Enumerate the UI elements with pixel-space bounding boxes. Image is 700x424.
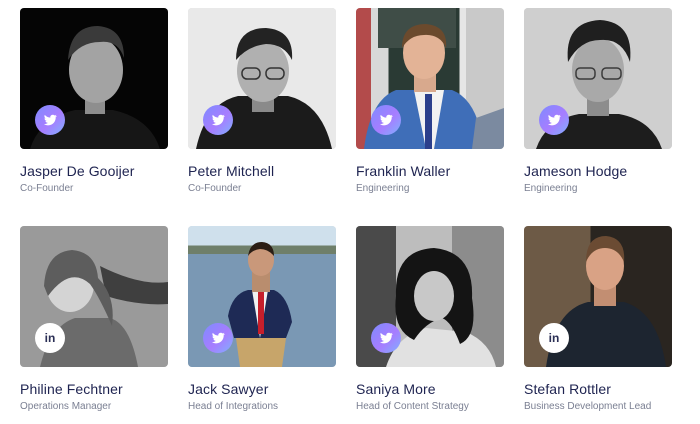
twitter-icon (379, 114, 394, 126)
member-photo (356, 8, 504, 149)
member-role: Engineering (524, 183, 578, 194)
team-member-card: Saniya More Head of Content Strategy (356, 226, 504, 412)
team-member-card: Franklin Waller Engineering (356, 8, 504, 194)
member-role: Business Development Lead (524, 401, 652, 412)
member-role: Engineering (356, 183, 410, 194)
member-role: Head of Content Strategy (356, 401, 469, 412)
member-name: Jasper De Gooijer (20, 163, 135, 179)
linkedin-badge[interactable]: in (539, 323, 569, 353)
twitter-badge[interactable] (539, 105, 569, 135)
team-member-card: in Stefan Rottler Business Development L… (524, 226, 672, 412)
member-role: Co-Founder (20, 183, 74, 194)
member-name: Stefan Rottler (524, 381, 611, 397)
member-photo (188, 226, 336, 367)
team-member-card: in Philine Fechtner Operations Manager (20, 226, 168, 412)
member-photo: in (20, 226, 168, 367)
team-member-card: Jasper De Gooijer Co-Founder (20, 8, 168, 194)
member-photo (356, 226, 504, 367)
twitter-icon (547, 114, 562, 126)
team-member-card: Jack Sawyer Head of Integrations (188, 226, 336, 412)
member-role: Head of Integrations (188, 401, 279, 412)
twitter-badge[interactable] (35, 105, 65, 135)
team-member-card: Jameson Hodge Engineering (524, 8, 672, 194)
twitter-badge[interactable] (203, 323, 233, 353)
linkedin-icon: in (44, 331, 56, 345)
member-name: Franklin Waller (356, 163, 451, 179)
twitter-badge[interactable] (371, 105, 401, 135)
linkedin-icon: in (548, 331, 560, 345)
linkedin-badge[interactable]: in (35, 323, 65, 353)
twitter-icon (211, 114, 226, 126)
member-photo (524, 8, 672, 149)
member-name: Peter Mitchell (188, 163, 275, 179)
member-photo (20, 8, 168, 149)
member-role: Operations Manager (20, 401, 112, 412)
twitter-badge[interactable] (371, 323, 401, 353)
team-member-card: Peter Mitchell Co-Founder (188, 8, 336, 194)
twitter-badge[interactable] (203, 105, 233, 135)
twitter-icon (211, 332, 226, 344)
member-name: Jameson Hodge (524, 163, 628, 179)
member-role: Co-Founder (188, 183, 242, 194)
member-name: Philine Fechtner (20, 381, 123, 397)
twitter-icon (43, 114, 58, 126)
member-name: Jack Sawyer (188, 381, 269, 397)
member-photo: in (524, 226, 672, 367)
member-name: Saniya More (356, 381, 436, 397)
member-photo (188, 8, 336, 149)
twitter-icon (379, 332, 394, 344)
